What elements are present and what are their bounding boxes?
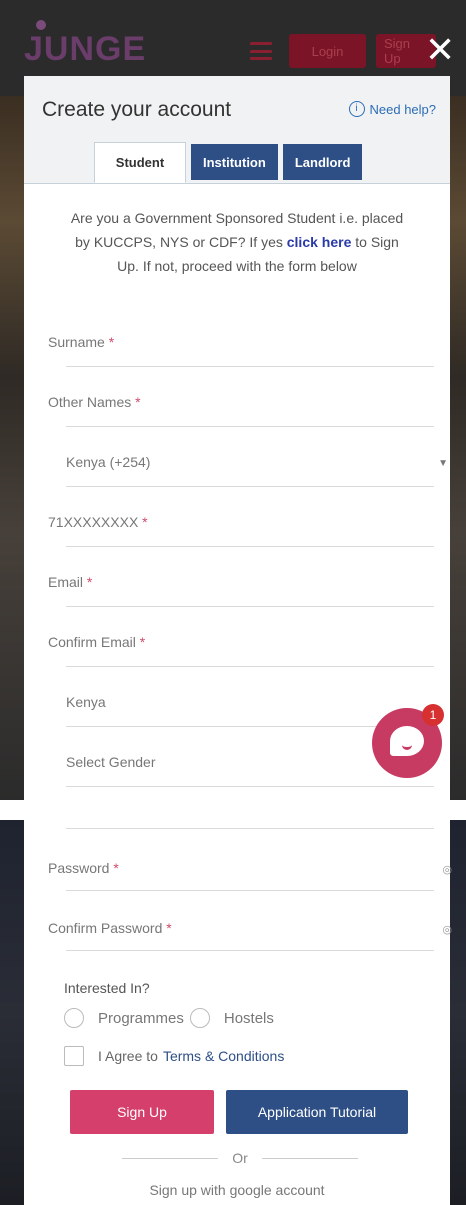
need-help-link[interactable]: i Need help? <box>348 101 437 117</box>
country-code-select[interactable]: Kenya (+254) ▼ <box>48 454 448 487</box>
radio-hostels-label: Hostels <box>223 1009 274 1027</box>
tab-student[interactable]: Student <box>94 142 186 183</box>
country-select[interactable]: Kenya <box>48 694 434 727</box>
signup-modal: Create your account i Need help? Student… <box>24 76 450 800</box>
eye-slash-icon[interactable]: ◎ <box>442 923 452 936</box>
signup-modal-continued: Password * ◎ Confirm Password * ◎ Intere… <box>24 820 452 1205</box>
terms-link[interactable]: Terms & Conditions <box>163 1048 284 1064</box>
terms-agreement: I Agree to Terms & Conditions <box>64 1046 284 1066</box>
surname-field[interactable]: Surname * <box>48 334 434 367</box>
interest-radio-group: Programmes Hostels <box>64 1008 274 1028</box>
chat-widget-button[interactable]: 1 <box>372 704 444 778</box>
confirm-password-field[interactable]: Confirm Password * ◎ <box>48 920 452 951</box>
logo-dot-icon <box>36 20 46 30</box>
radio-programmes[interactable] <box>64 1008 84 1028</box>
info-icon: i <box>348 101 365 117</box>
agree-text: I Agree to <box>98 1048 158 1064</box>
notification-badge: 1 <box>422 704 444 726</box>
terms-checkbox[interactable] <box>64 1046 84 1066</box>
google-signup-link[interactable]: Sign up with google account <box>24 1182 450 1198</box>
modal-header: Create your account i Need help? Student… <box>24 76 450 184</box>
click-here-link[interactable]: click here <box>287 234 352 250</box>
login-button[interactable]: Login <box>289 34 366 68</box>
account-type-tabs: Student Institution Landlord <box>94 142 363 183</box>
bottom-section: Password * ◎ Confirm Password * ◎ Intere… <box>0 820 466 1205</box>
eye-slash-icon[interactable]: ◎ <box>442 863 452 876</box>
need-help-label: Need help? <box>369 101 437 117</box>
close-icon[interactable]: ✕ <box>425 30 455 70</box>
tab-institution[interactable]: Institution <box>191 144 278 180</box>
modal-title: Create your account <box>42 98 232 121</box>
logo[interactable]: JUNGE <box>24 20 147 69</box>
radio-programmes-label: Programmes <box>98 1009 184 1027</box>
password-field[interactable]: Password * ◎ <box>48 860 452 891</box>
top-section: JUNGE Login Sign Up ✕ Create your accoun… <box>0 0 466 800</box>
interested-in-label: Interested In? <box>64 980 150 996</box>
or-divider: Or <box>122 1150 358 1166</box>
email-field[interactable]: Email * <box>48 574 434 607</box>
chat-bubble-icon <box>390 726 424 756</box>
logo-text: JUNGE <box>24 30 147 68</box>
phone-field[interactable]: 71XXXXXXXX * <box>48 514 434 547</box>
confirm-email-field[interactable]: Confirm Email * <box>48 634 434 667</box>
application-tutorial-button[interactable]: Application Tutorial <box>226 1090 408 1134</box>
signup-button[interactable]: Sign Up <box>70 1090 214 1134</box>
tab-landlord[interactable]: Landlord <box>282 144 363 180</box>
radio-hostels[interactable] <box>189 1008 210 1028</box>
other-names-field[interactable]: Other Names * <box>48 394 434 427</box>
sponsored-student-notice: Are you a Government Sponsored Student i… <box>70 210 404 274</box>
chevron-down-icon: ▼ <box>438 458 448 469</box>
hamburger-menu-icon[interactable] <box>250 42 272 60</box>
